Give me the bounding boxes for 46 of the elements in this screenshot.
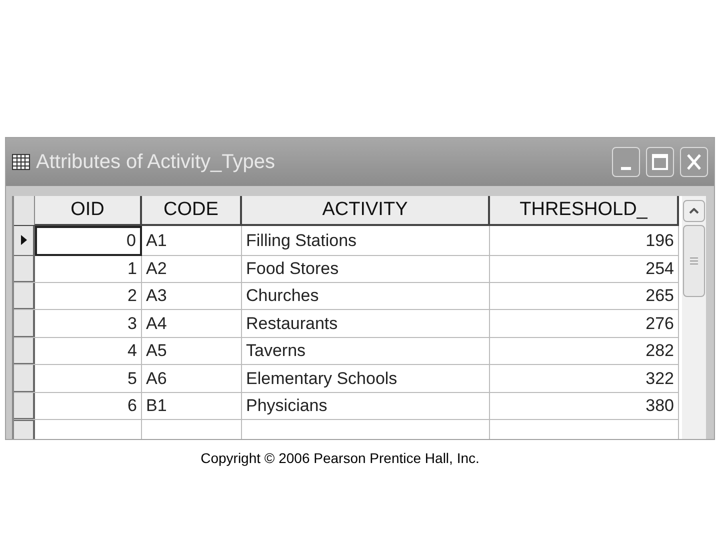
column-header[interactable]: ACTIVITY [242, 196, 490, 224]
table-cell: A1 [142, 226, 242, 256]
table-cell: 196 [490, 226, 679, 256]
table-cell: 1 [35, 256, 142, 282]
table-cell: 380 [490, 392, 679, 420]
copyright-caption: Copyright © 2006 Pearson Prentice Hall, Inc. [200, 449, 480, 468]
scroll-up-button[interactable] [683, 200, 705, 222]
table-icon [12, 154, 30, 170]
table-cell: A5 [142, 338, 242, 364]
table-cell: A3 [142, 282, 242, 310]
column-header[interactable]: THRESHOLD_ [490, 196, 679, 224]
table-cell: Restaurants [242, 310, 490, 337]
window-title: Attributes of Activity_Types [36, 150, 276, 175]
table-cell: Taverns [242, 338, 490, 364]
column-header[interactable]: CODE [142, 196, 242, 224]
maximize-button[interactable] [646, 147, 674, 177]
minimize-button[interactable] [612, 147, 640, 177]
table-cell: 254 [490, 256, 679, 282]
table-cell: Elementary Schools [242, 365, 490, 392]
table-cell: Churches [242, 282, 490, 310]
table-cell: 282 [490, 338, 679, 364]
row-selector[interactable] [14, 226, 35, 256]
table-cell: 322 [490, 365, 679, 392]
table-cell: 6 [35, 392, 142, 420]
close-icon [687, 154, 701, 170]
table-cell: A2 [142, 256, 242, 282]
table-cell: 265 [490, 282, 679, 310]
table-cell: 276 [490, 310, 679, 337]
table-cell: 0 [35, 226, 142, 256]
table-cell: 4 [35, 338, 142, 364]
close-button[interactable] [680, 147, 708, 177]
chevron-up-icon [689, 208, 699, 214]
table-cell: 2 [35, 282, 142, 310]
scrollbar[interactable] [682, 196, 706, 439]
table-cell: 3 [35, 310, 142, 337]
table-cell: A4 [142, 310, 242, 337]
table-cell: B1 [142, 392, 242, 420]
table-cell: Physicians [242, 392, 490, 420]
table-cell: 5 [35, 365, 142, 392]
column-header[interactable]: OID [35, 196, 142, 224]
grip-icon [690, 257, 698, 265]
table-cell: Food Stores [242, 256, 490, 282]
table-cell: A6 [142, 365, 242, 392]
table-cell: Filling Stations [242, 226, 490, 256]
scroll-thumb[interactable] [683, 225, 705, 297]
current-row-icon [20, 235, 26, 246]
